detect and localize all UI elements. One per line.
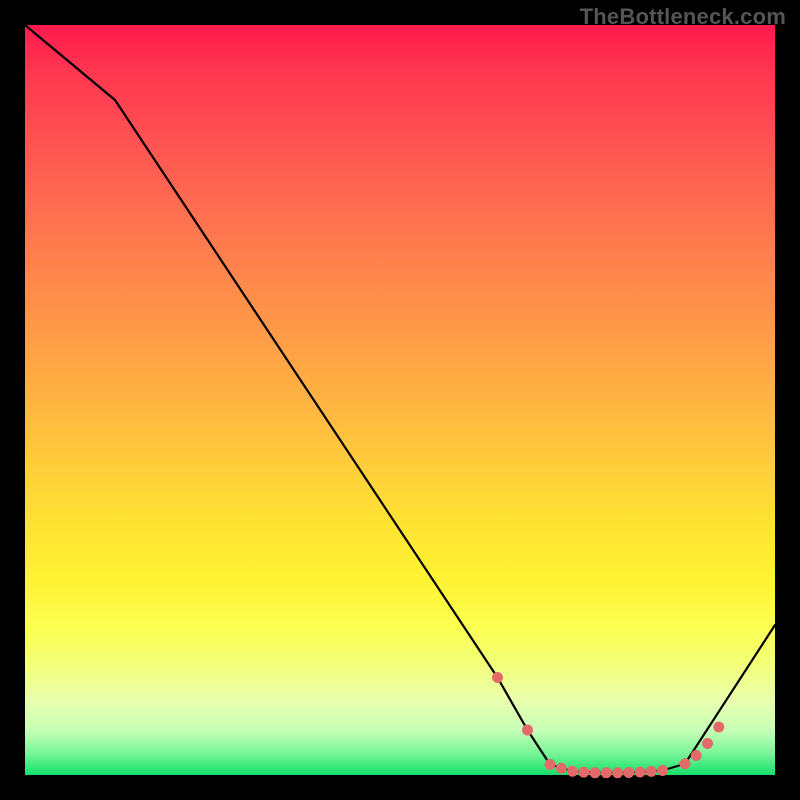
- marker-dot: [567, 766, 578, 777]
- chart-frame: TheBottleneck.com: [0, 0, 800, 800]
- marker-dot: [702, 738, 713, 749]
- marker-dot: [601, 767, 612, 778]
- marker-dot: [556, 763, 567, 774]
- marker-dot: [646, 766, 657, 777]
- bottleneck-curve-line: [25, 25, 775, 773]
- marker-group: [492, 672, 724, 778]
- plot-area: [25, 25, 775, 775]
- marker-dot: [578, 767, 589, 778]
- chart-svg: [25, 25, 775, 775]
- marker-dot: [492, 672, 503, 683]
- marker-dot: [635, 767, 646, 778]
- marker-dot: [612, 767, 623, 778]
- marker-dot: [590, 767, 601, 778]
- marker-dot: [680, 758, 691, 769]
- marker-dot: [657, 765, 668, 776]
- marker-dot: [545, 759, 556, 770]
- marker-dot: [713, 722, 724, 733]
- marker-dot: [691, 750, 702, 761]
- marker-dot: [623, 767, 634, 778]
- marker-dot: [522, 725, 533, 736]
